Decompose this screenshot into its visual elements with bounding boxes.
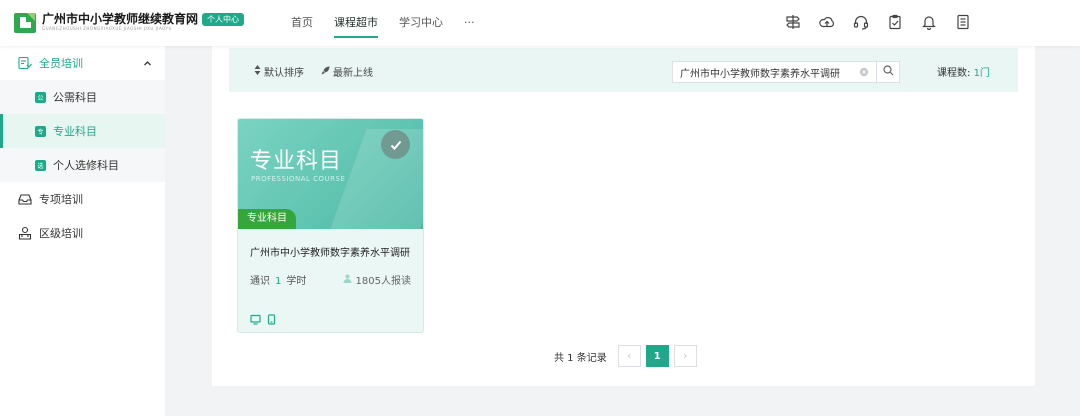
course-count: 课程数: 1门 <box>937 64 990 79</box>
course-readers-count: 1805人报读 <box>355 276 411 287</box>
desktop-icon <box>250 314 261 328</box>
main-content: 默认排序 最新上线 广州市中小学教师数字素养水平调研 课程数: 1门 专业科目 … <box>212 46 1035 386</box>
user-icon <box>343 274 352 286</box>
clear-icon[interactable] <box>860 68 868 76</box>
nav-learning-center[interactable]: 学习中心 <box>399 0 443 46</box>
course-card[interactable]: 专业科目 PROFESSIONAL COURSE 专业科目 广州市中小学教师数字… <box>237 118 424 333</box>
sidebar-item-professional-subjects[interactable]: 专 专业科目 <box>0 114 165 148</box>
course-category: 通识 <box>250 276 270 287</box>
sort-default-label: 默认排序 <box>264 68 304 79</box>
sidebar-group-district-training[interactable]: 区级培训 <box>0 216 165 250</box>
sidebar-group-all-staff-training[interactable]: 全员培训 <box>0 46 165 80</box>
mobile-icon <box>267 314 276 328</box>
rocket-icon <box>321 66 330 78</box>
signpost-icon[interactable] <box>784 13 802 31</box>
course-hours-unit: 学时 <box>286 276 307 287</box>
course-title[interactable]: 广州市中小学教师数字素养水平调研 <box>250 244 410 259</box>
sidebar: 全员培训 公 公需科目 专 专业科目 选 个人选修科目 专项培训 区级培训 <box>0 46 165 416</box>
search-box: 广州市中小学教师数字素养水平调研 <box>672 61 900 83</box>
sidebar-group-special-training[interactable]: 专项培训 <box>0 182 165 216</box>
site-logo[interactable]: 广州市中小学教师继续教育网 GUANGZHOUSHI ZHONGXIAOXUE … <box>14 11 245 33</box>
sidebar-item-elective-subjects[interactable]: 选 个人选修科目 <box>0 148 165 182</box>
filter-bar: 默认排序 最新上线 广州市中小学教师数字素养水平调研 课程数: 1门 <box>229 48 1018 92</box>
cloud-upload-icon[interactable] <box>818 13 836 31</box>
nav-home[interactable]: 首页 <box>291 0 313 46</box>
sort-latest[interactable]: 最新上线 <box>321 64 373 79</box>
nav-course-market[interactable]: 课程超市 <box>334 0 378 46</box>
headset-icon[interactable] <box>852 13 870 31</box>
professional-subject-icon: 专 <box>35 125 46 137</box>
course-type-tag: 专业科目 <box>238 209 296 229</box>
logo-icon <box>14 11 38 33</box>
prev-page-button[interactable]: ‹ <box>617 345 641 367</box>
next-page-button[interactable]: › <box>673 345 697 367</box>
sidebar-item-public-subjects[interactable]: 公 公需科目 <box>0 80 165 114</box>
site-title: 广州市中小学教师继续教育网 <box>42 12 199 26</box>
course-hours: 1 <box>275 276 282 287</box>
training-icon <box>18 56 32 70</box>
main-nav: 首页 课程超市 学习中心 ··· <box>291 0 496 46</box>
course-count-label: 课程数: <box>937 68 971 79</box>
document-icon[interactable] <box>954 13 972 31</box>
course-readers: 1805人报读 <box>343 272 411 287</box>
sort-default[interactable]: 默认排序 <box>254 64 304 79</box>
header-tools <box>768 13 972 31</box>
cover-subtitle: PROFESSIONAL COURSE <box>251 175 346 183</box>
page-button-1[interactable]: 1 <box>645 345 669 367</box>
cover-title: 专业科目 <box>250 149 343 174</box>
public-subject-icon: 公 <box>35 91 46 103</box>
pagination: 共 1 条记录 ‹ 1 › <box>554 345 697 367</box>
search-input[interactable]: 广州市中小学教师数字素养水平调研 <box>673 65 860 80</box>
region-icon <box>18 226 32 240</box>
search-icon <box>882 65 894 79</box>
sidebar-item-label: 个人选修科目 <box>53 159 119 172</box>
sort-arrows-icon <box>254 65 261 78</box>
course-count-value: 1门 <box>973 68 990 79</box>
personal-center-badge[interactable]: 个人中心 <box>202 12 245 26</box>
nav-more[interactable]: ··· <box>464 0 475 46</box>
sidebar-item-label: 公需科目 <box>53 91 97 104</box>
check-icon <box>381 130 410 159</box>
inbox-icon <box>18 192 32 206</box>
site-subtitle: GUANGZHOUSHI ZHONGXIAOXUE JIAOSHI JIXU J… <box>42 26 172 31</box>
sidebar-group-label: 区级培训 <box>39 227 83 240</box>
sort-latest-label: 最新上线 <box>333 68 373 79</box>
course-cover[interactable]: 专业科目 PROFESSIONAL COURSE 专业科目 <box>238 119 423 229</box>
sidebar-item-label: 专业科目 <box>53 125 97 138</box>
search-button[interactable] <box>876 62 899 82</box>
top-header: 广州市中小学教师继续教育网 GUANGZHOUSHI ZHONGXIAOXUE … <box>0 0 1080 46</box>
clipboard-check-icon[interactable] <box>886 13 904 31</box>
pagination-summary: 共 1 条记录 <box>554 352 607 364</box>
device-support <box>250 314 282 328</box>
sidebar-group-label: 专项培训 <box>39 193 83 206</box>
bell-icon[interactable] <box>920 13 938 31</box>
chevron-up-icon[interactable] <box>143 58 152 71</box>
course-meta: 通识 1 学时 <box>250 272 306 287</box>
elective-subject-icon: 选 <box>35 159 46 171</box>
sidebar-group-label: 全员培训 <box>39 57 83 70</box>
